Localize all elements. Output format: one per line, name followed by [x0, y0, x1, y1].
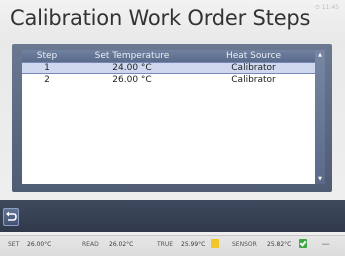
screen: Calibration Work Order Steps ⏲ 11:45 Ste… — [0, 0, 345, 256]
cell-set-temperature: 26.00 °C — [112, 75, 152, 85]
table-row[interactable]: 2 26.00 °C Calibrator — [22, 74, 315, 86]
cell-step: 2 — [44, 75, 50, 85]
read-label: READ — [82, 241, 99, 248]
set-value: 26.00°C — [27, 241, 52, 248]
table-header: Step Set Temperature Heat Source — [22, 50, 315, 62]
cell-heat-source: Calibrator — [231, 75, 276, 85]
sensor-label: SENSOR — [232, 241, 257, 248]
scroll-down-icon[interactable]: ▼ — [317, 176, 323, 182]
clock: ⏲ 11:45 — [315, 4, 339, 11]
sensor-value: 25.82°C — [267, 241, 292, 248]
bottom-nav-bar — [0, 200, 345, 232]
steps-table: Step Set Temperature Heat Source 1 24.00… — [22, 50, 315, 184]
back-button[interactable] — [3, 208, 19, 226]
read-value: 26.02°C — [109, 241, 134, 248]
page-title: Calibration Work Order Steps — [10, 6, 311, 30]
cell-heat-source: Calibrator — [231, 63, 276, 73]
column-header-step: Step — [36, 51, 58, 61]
probe-icon: ━╸ — [322, 240, 332, 249]
column-header-heat-source: Heat Source — [225, 51, 282, 61]
set-label: SET — [8, 241, 20, 248]
true-label: TRUE — [157, 241, 174, 248]
column-header-set-temperature: Set Temperature — [94, 51, 170, 61]
table-scrollbar[interactable]: ▲ ▼ — [315, 50, 325, 184]
scroll-up-icon[interactable]: ▲ — [317, 52, 323, 58]
check-square-icon — [299, 239, 307, 248]
cell-step: 1 — [44, 63, 50, 73]
warning-square-icon — [211, 239, 219, 248]
table-row[interactable]: 1 24.00 °C Calibrator — [22, 62, 315, 74]
cell-set-temperature: 24.00 °C — [112, 63, 152, 73]
back-arrow-icon — [6, 211, 17, 221]
true-value: 25.99°C — [181, 241, 206, 248]
